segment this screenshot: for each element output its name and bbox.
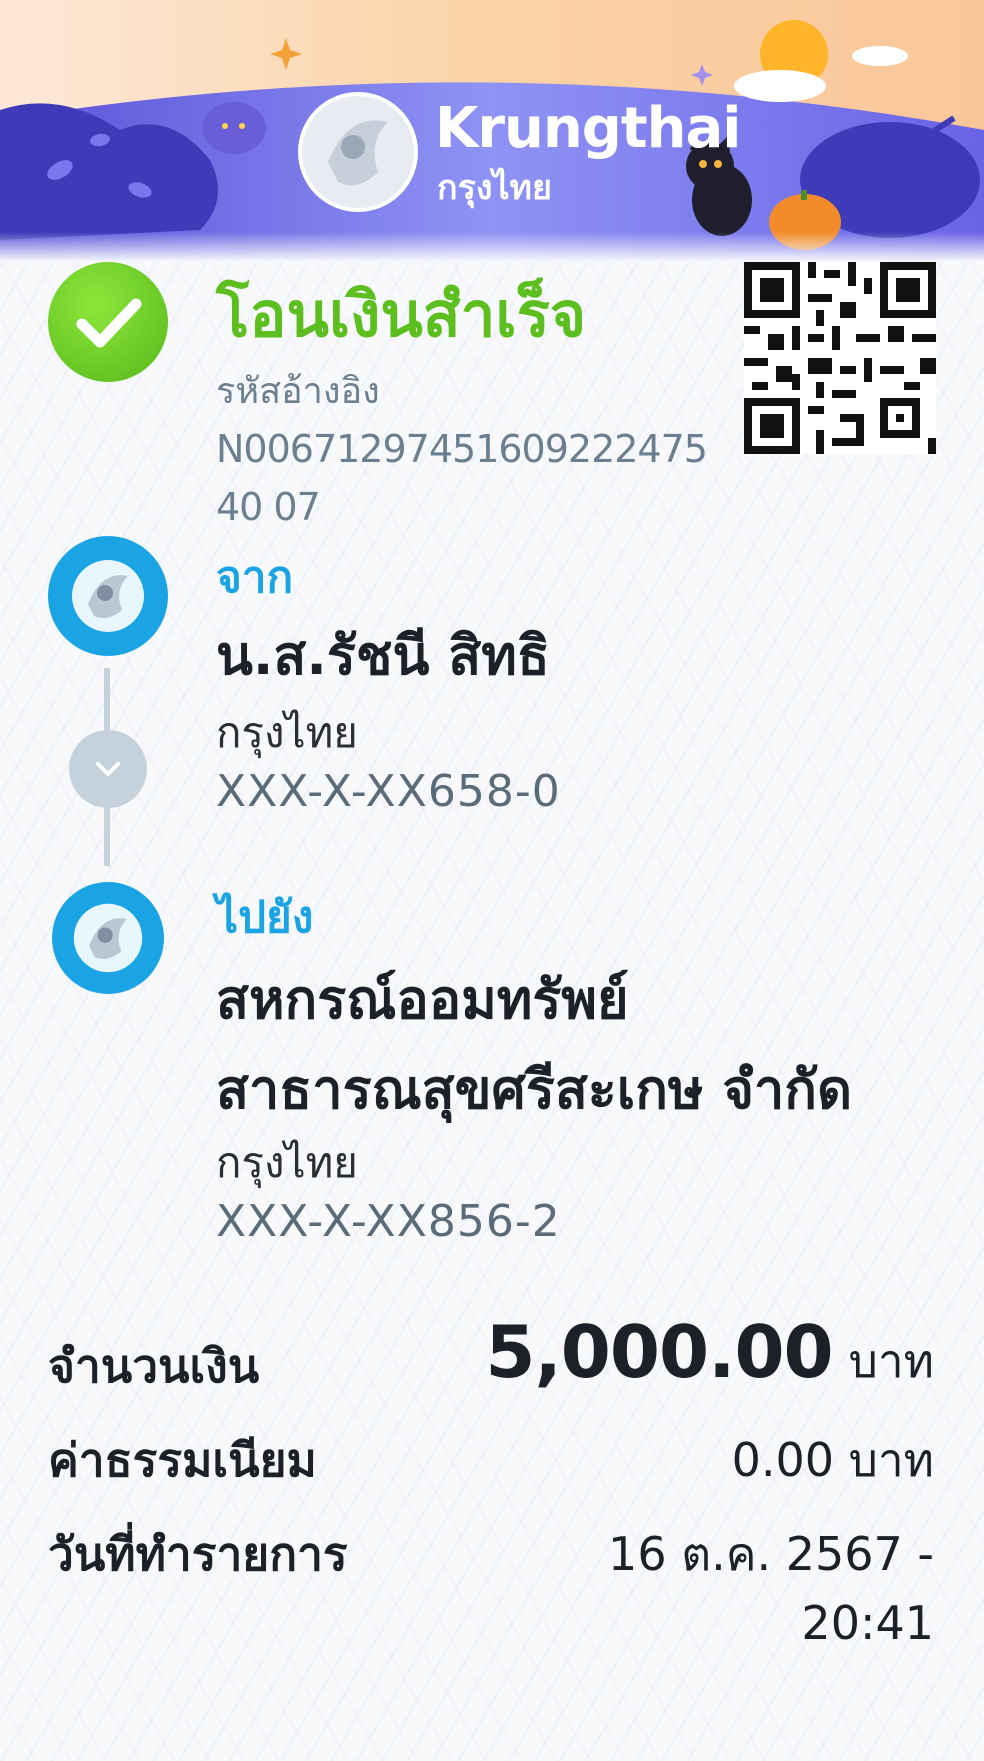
header-banner: Krungthai กรุงไทย — [0, 0, 984, 262]
to-bank-logo-icon — [52, 882, 164, 994]
connector-line — [104, 668, 110, 732]
amount-unit: บาท — [848, 1334, 934, 1388]
to-bank: กรุงไทย — [216, 1138, 358, 1187]
reference-value: N0067129745160922247540 07 — [216, 427, 708, 529]
to-label: ไปยัง — [216, 892, 314, 943]
connector-line — [104, 806, 110, 866]
success-check-icon — [48, 262, 168, 382]
date-label: วันที่ทำรายการ — [48, 1527, 348, 1581]
from-bank-logo-icon — [48, 536, 168, 656]
chevron-down-icon — [69, 730, 147, 808]
amount-label: จำนวนเงิน — [48, 1339, 260, 1393]
fee-value: 0.00 บาท — [731, 1433, 934, 1487]
to-name-line2: สาธารณสุขศรีสะเกษ จำกัด — [216, 1058, 853, 1121]
date-line2: 20:41 — [801, 1596, 934, 1650]
brand-name-thai: กรุงไทย — [437, 168, 552, 208]
brand-name: Krungthai — [435, 96, 741, 161]
from-name: น.ส.รัชนี สิทธิ — [216, 624, 550, 687]
reference-label: รหัสอ้างอิง — [216, 371, 380, 412]
from-bank: กรุงไทย — [216, 708, 358, 757]
qr-code-icon[interactable] — [744, 262, 936, 454]
amount-value: 5,000.00 — [485, 1310, 833, 1394]
to-name-line1: สหกรณ์ออมทรัพย์ — [216, 968, 629, 1031]
status-title: โอนเงินสำเร็จ — [216, 278, 587, 351]
fee-label: ค่าธรรมเนียม — [48, 1433, 317, 1487]
to-account: XXX-X-XX856-2 — [216, 1196, 561, 1247]
krungthai-logo-icon — [298, 92, 418, 212]
from-label: จาก — [216, 552, 294, 603]
amount-row: 5,000.00 บาท — [485, 1310, 934, 1398]
from-account: XXX-X-XX658-0 — [216, 766, 561, 817]
date-line1: 16 ต.ค. 2567 - — [608, 1527, 934, 1581]
